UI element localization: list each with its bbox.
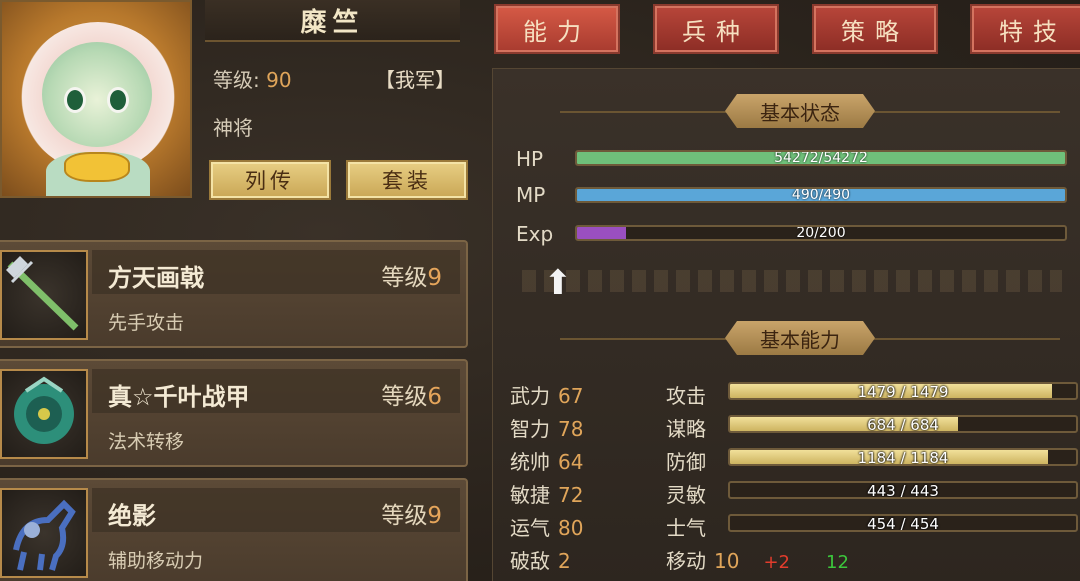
attribute-label: 武力 — [510, 384, 550, 408]
hero-portrait[interactable] — [0, 0, 192, 198]
portrait-eye-left — [64, 87, 86, 113]
movement-label: 移动 — [666, 549, 706, 573]
movement-stat: 移动 10 +2 12 — [666, 545, 849, 574]
equipment-name: 绝影 — [108, 502, 156, 530]
combat-morale-bar: 454 / 454 — [728, 514, 1078, 532]
mp-bar-text: 490/490 — [791, 187, 851, 203]
upgrade-arrow-icon[interactable]: ⬆ — [538, 266, 578, 300]
attribute-value: 80 — [558, 516, 584, 540]
tab-ability[interactable]: 能力 — [494, 4, 620, 54]
portrait-face — [42, 42, 152, 147]
level-label: 等级: — [213, 68, 260, 92]
combat-defense-label: 防御 — [666, 450, 706, 474]
combat-attack-bar: 1479 / 1479 — [728, 382, 1078, 400]
tab-troop-type[interactable]: 兵种 — [653, 4, 779, 54]
attribute-command: 统帅 64 — [510, 446, 583, 475]
equipment-name: 真☆千叶战甲 — [108, 383, 250, 411]
equipment-level-value: 6 — [427, 384, 442, 410]
basic-ability-title: 基本能力 — [725, 321, 875, 355]
equipment-level-label: 等级 — [381, 265, 428, 291]
equipment-effect: 辅助移动力 — [108, 550, 204, 572]
hero-rank: 神将 — [213, 116, 253, 140]
attribute-break-enemy: 破敌 2 — [510, 545, 571, 574]
movement-base: 10 — [714, 549, 740, 573]
equipment-level-label: 等级 — [381, 503, 428, 529]
attribute-value: 2 — [558, 549, 571, 573]
equipment-armor[interactable]: 真☆千叶战甲 等级6 法术转移 — [0, 359, 468, 467]
tab-strategy[interactable]: 策略 — [812, 4, 938, 54]
horse-icon — [0, 488, 88, 578]
gold-ingot-icon — [64, 152, 130, 182]
combat-tactics-label: 谋略 — [666, 417, 706, 441]
combat-bar-text: 684 / 684 — [867, 416, 939, 433]
attribute-value: 67 — [558, 384, 584, 408]
movement-total: 12 — [826, 552, 849, 573]
level-value: 90 — [266, 68, 292, 92]
movement-bonus: +2 — [763, 552, 790, 573]
attribute-label: 运气 — [510, 516, 550, 540]
hero-name: 糜竺 — [300, 7, 365, 38]
hero-name-plate: 糜竺 — [205, 0, 460, 42]
combat-agility-bar: 443 / 443 — [728, 481, 1078, 499]
basic-status-title: 基本状态 — [725, 94, 875, 128]
hp-bar: 54272/54272 — [575, 150, 1067, 166]
halberd-icon — [0, 250, 88, 340]
armor-icon — [0, 369, 88, 459]
equipment-name: 方天画戟 — [108, 264, 204, 292]
equipment-level-value: 9 — [427, 503, 442, 529]
equipment-effect: 先手攻击 — [108, 312, 185, 334]
mp-label: MP — [516, 183, 546, 207]
combat-morale-label: 士气 — [666, 516, 706, 540]
attribute-label: 智力 — [510, 417, 550, 441]
attribute-label: 统帅 — [510, 450, 550, 474]
hero-level: 等级: 90 — [213, 64, 292, 93]
exp-bar-text: 20/200 — [796, 225, 846, 241]
combat-bar-text: 1479 / 1479 — [857, 383, 949, 400]
hp-label: HP — [516, 147, 544, 171]
combat-attack-label: 攻击 — [666, 384, 706, 408]
attribute-intelligence: 智力 78 — [510, 413, 583, 442]
attribute-agility: 敏捷 72 — [510, 479, 583, 508]
tab-skill[interactable]: 特技 — [970, 4, 1080, 54]
combat-tactics-bar: 684 / 684 — [728, 415, 1078, 433]
combat-bar-text: 443 / 443 — [867, 482, 939, 499]
exp-bar: 20/200 — [575, 225, 1067, 241]
equipment-level: 等级9 — [381, 258, 442, 292]
decorative-fret-border — [522, 270, 1062, 292]
combat-agility-label: 灵敏 — [666, 483, 706, 507]
combat-bar-text: 1184 / 1184 — [857, 449, 949, 466]
combat-defense-bar: 1184 / 1184 — [728, 448, 1078, 466]
attribute-value: 78 — [558, 417, 584, 441]
attribute-label: 敏捷 — [510, 483, 550, 507]
attribute-strength: 武力 67 — [510, 380, 583, 409]
equipment-level-value: 9 — [427, 265, 442, 291]
attribute-value: 72 — [558, 483, 584, 507]
attribute-value: 64 — [558, 450, 584, 474]
attribute-label: 破敌 — [510, 549, 550, 573]
hp-bar-text: 54272/54272 — [774, 150, 868, 166]
mp-bar: 490/490 — [575, 187, 1067, 203]
exp-label: Exp — [516, 222, 554, 246]
equipment-weapon[interactable]: 方天画戟 等级9 先手攻击 — [0, 240, 468, 348]
equipment-level: 等级9 — [381, 496, 442, 530]
hero-faction: 【我军】 — [375, 68, 455, 92]
biography-button[interactable]: 列传 — [209, 160, 331, 200]
combat-bar-text: 454 / 454 — [867, 515, 939, 532]
portrait-eye-right — [107, 87, 129, 113]
equipment-level-label: 等级 — [381, 384, 428, 410]
equipment-effect: 法术转移 — [108, 431, 185, 453]
attribute-luck: 运气 80 — [510, 512, 583, 541]
equipment-mount[interactable]: 绝影 等级9 辅助移动力 — [0, 478, 468, 581]
set-button[interactable]: 套装 — [346, 160, 468, 200]
equipment-level: 等级6 — [381, 377, 442, 411]
